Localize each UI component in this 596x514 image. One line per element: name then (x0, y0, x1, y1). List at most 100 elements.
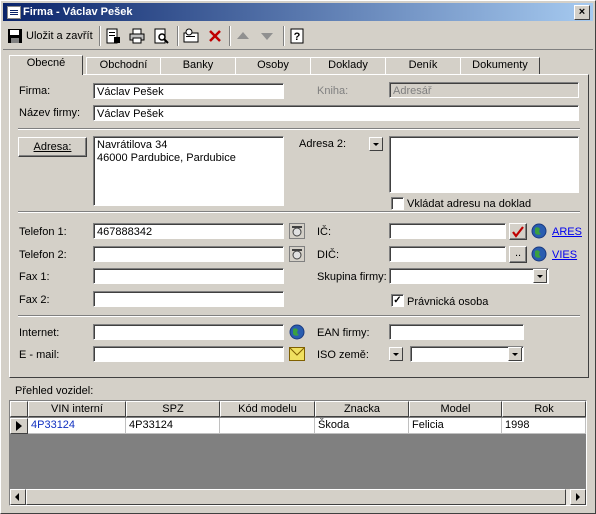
tab-banky[interactable]: Banky (160, 57, 236, 75)
table-cell-kod-modelu[interactable] (220, 418, 315, 434)
table-cell-rok[interactable]: 1998 (502, 418, 586, 434)
row-selector[interactable] (10, 418, 28, 434)
adresa2-label: Adresa 2: (299, 138, 347, 150)
dic-lookup-button[interactable]: .. (509, 246, 527, 263)
telefon2-input[interactable] (93, 246, 284, 262)
mail-icon[interactable] (289, 347, 305, 361)
vkladat-checkbox[interactable] (391, 197, 404, 210)
nazev-firmy-input[interactable]: Václav Pešek (93, 105, 579, 121)
arrow-right-icon (576, 493, 580, 501)
toolbar: Uložit a zavřít ? (3, 23, 593, 50)
fax1-label: Fax 1: (19, 271, 50, 283)
adresa-button-label: Adresa: (33, 141, 72, 153)
telefon2-label: Telefon 2: (19, 249, 67, 261)
fax2-input[interactable] (93, 291, 284, 307)
skupina-firmy-dropdown-arrow[interactable] (533, 269, 547, 283)
general-panel: Firma: Václav Pešek Kniha: Adresář Název… (9, 74, 589, 378)
toolbar-separator (177, 26, 179, 46)
iso-zeme-dropdown-arrow[interactable] (508, 347, 522, 361)
table-cell-spz[interactable]: 4P33124 (126, 418, 220, 434)
print-button[interactable] (129, 25, 145, 47)
tab-doklady[interactable]: Doklady (310, 57, 386, 75)
telefon1-input[interactable]: 467888342 (93, 223, 284, 239)
globe-icon[interactable] (531, 223, 547, 239)
tab-osoby[interactable]: Osoby (235, 57, 311, 75)
toolbar-separator (229, 26, 231, 46)
tab-denik[interactable]: Deník (385, 57, 461, 75)
ean-firmy-input[interactable] (389, 324, 524, 340)
dic-input[interactable] (389, 246, 506, 262)
phone-dial-icon[interactable] (289, 223, 305, 239)
divider (18, 211, 580, 213)
scroll-thumb[interactable] (26, 489, 566, 505)
adresa2-textarea[interactable] (389, 136, 579, 193)
column-header-vin[interactable]: VIN interní (28, 401, 126, 417)
help-button[interactable]: ? (289, 25, 305, 47)
next-record-button[interactable] (259, 25, 275, 47)
telefon1-label: Telefon 1: (19, 226, 67, 238)
checkmark-icon (512, 226, 524, 238)
address-book-button[interactable] (183, 25, 199, 47)
kniha-input: Adresář (389, 82, 579, 98)
ic-verify-button[interactable] (509, 223, 527, 240)
fax1-input[interactable] (93, 268, 284, 284)
ares-link[interactable]: ARES (552, 226, 582, 238)
column-header-kod-modelu[interactable]: Kód modelu (220, 401, 315, 417)
globe-icon[interactable] (531, 246, 547, 262)
globe-icon[interactable] (289, 324, 305, 340)
internet-input[interactable] (93, 324, 284, 340)
previous-icon (237, 32, 249, 39)
arrow-left-icon (15, 493, 19, 501)
column-header-rok[interactable]: Rok (502, 401, 586, 417)
kniha-label: Kniha: (317, 85, 349, 97)
save-close-button[interactable]: Uložit a zavřít (7, 25, 93, 47)
table-cell-model[interactable]: Felicia (409, 418, 502, 434)
firma-input[interactable]: Václav Pešek (93, 83, 284, 99)
search-icon (154, 28, 169, 44)
divider (18, 128, 580, 130)
iso-zeme-button[interactable] (389, 347, 403, 361)
adresa2-dropdown-button[interactable] (369, 137, 383, 151)
pravnicka-osoba-checkbox[interactable]: ✓ (391, 294, 404, 307)
previous-record-button[interactable] (235, 25, 251, 47)
close-button[interactable]: × (574, 5, 590, 20)
ic-input[interactable] (389, 223, 506, 239)
tab-obecne[interactable]: Obecné (9, 55, 83, 75)
column-header-spz[interactable]: SPZ (126, 401, 220, 417)
firma-label: Firma: (19, 85, 51, 97)
print-preview-icon (106, 28, 120, 44)
iso-zeme-select[interactable] (410, 346, 524, 362)
email-input[interactable] (93, 346, 284, 362)
vehicles-title: Přehled vozidel: (15, 385, 94, 397)
horizontal-scrollbar[interactable] (10, 489, 586, 505)
vehicles-grid[interactable]: VIN interní SPZ Kód modelu Znacka Model … (9, 400, 587, 506)
print-icon (129, 28, 145, 44)
phone-dial-icon[interactable] (289, 246, 305, 262)
table-cell-vin[interactable]: 4P33124 (28, 418, 126, 434)
skupina-firmy-label: Skupina firmy: (317, 271, 387, 283)
title-bar[interactable]: Firma - Václav Pešek × (3, 3, 593, 21)
divider (18, 315, 580, 317)
adresa-textarea[interactable]: Navrátilova 34 46000 Pardubice, Pardubic… (93, 136, 284, 206)
scroll-right-button[interactable] (570, 489, 586, 505)
form-icon (7, 6, 21, 19)
tab-dokumenty[interactable]: Dokumenty (460, 57, 540, 75)
column-header-znacka[interactable]: Znacka (315, 401, 409, 417)
firma-window: Firma - Václav Pešek × Uložit a zavřít ?… (0, 0, 596, 514)
table-cell-znacka[interactable]: Škoda (315, 418, 409, 434)
skupina-firmy-select[interactable] (389, 268, 549, 284)
scroll-left-button[interactable] (10, 489, 26, 505)
next-icon (261, 33, 273, 40)
nazev-firmy-label: Název firmy: (19, 107, 81, 119)
delete-button[interactable] (207, 25, 223, 47)
vies-link[interactable]: VIES (552, 249, 577, 261)
tab-obchodni[interactable]: Obchodní (86, 57, 161, 75)
column-header-model[interactable]: Model (409, 401, 502, 417)
dic-label: DIČ: (317, 249, 339, 261)
preview-button[interactable] (153, 25, 169, 47)
print-setup-button[interactable] (105, 25, 121, 47)
row-header-corner (10, 401, 28, 417)
vkladat-label: Vkládat adresu na doklad (407, 198, 532, 210)
adresa-button[interactable]: Adresa: (18, 137, 87, 157)
fax2-label: Fax 2: (19, 294, 50, 306)
